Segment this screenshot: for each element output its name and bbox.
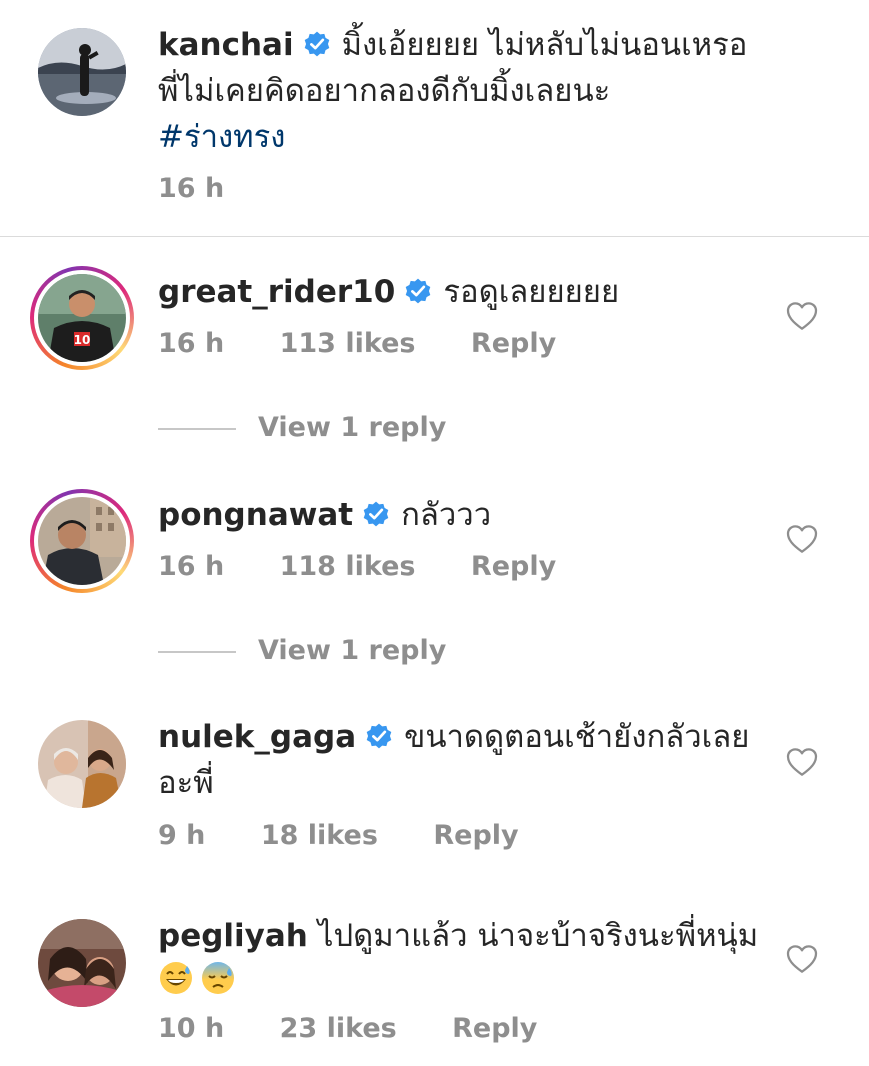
reply-button[interactable]: Reply xyxy=(433,818,518,854)
timestamp: 16 h xyxy=(158,551,225,582)
avatar[interactable] xyxy=(38,919,126,1007)
view-replies-button[interactable]: View 1 reply xyxy=(158,410,446,446)
hashtag-link[interactable]: #ร่างทรง xyxy=(158,114,285,160)
comment-meta: 16 h 118 likes Reply xyxy=(158,549,556,585)
avatar[interactable] xyxy=(38,720,126,808)
svg-text:10: 10 xyxy=(74,333,91,347)
timestamp: 16 h xyxy=(158,328,225,359)
comment-text-continued: อะพี่ xyxy=(158,765,214,801)
caption-text: มิ้งเอ้ยยยย ไม่หลับไม่นอนเหรอ xyxy=(341,27,748,63)
comment: pegliyah ไปดูมาแล้ว น่าจะบ้าจริงนะพี่หนุ่… xyxy=(0,887,869,1066)
username[interactable]: pegliyah xyxy=(158,918,308,954)
caption-line-2: พี่ไม่เคยคิดอยากลองดีกับมิ้งเลยนะ xyxy=(158,73,611,109)
comment-text: ขนาดดูตอนเช้ายังกลัวเลย xyxy=(404,719,750,755)
cold-sweat-emoji-icon xyxy=(202,962,234,994)
verified-badge-icon xyxy=(302,29,332,59)
avatar xyxy=(38,497,126,585)
avatar: 10 xyxy=(38,274,126,362)
verified-badge-icon xyxy=(403,276,433,306)
username[interactable]: nulek_gaga xyxy=(158,719,356,755)
caption-meta: 16 h xyxy=(158,171,224,207)
timestamp: 10 h xyxy=(158,1013,225,1044)
timestamp: 16 h xyxy=(158,173,225,204)
grinning-sweat-emoji-icon xyxy=(160,962,192,994)
timestamp: 9 h xyxy=(158,820,206,851)
comment-body: great_rider10 รอดูเลยยยยย xyxy=(158,269,619,315)
heart-icon[interactable] xyxy=(786,944,818,974)
comment-text: ไปดูมาแล้ว น่าจะบ้าจริงนะพี่หนุ่ม xyxy=(317,918,759,954)
story-ring[interactable]: 10 xyxy=(30,266,134,370)
username[interactable]: great_rider10 xyxy=(158,274,395,310)
view-replies-button[interactable]: View 1 reply xyxy=(158,633,446,669)
verified-badge-icon xyxy=(361,499,391,529)
comment-meta: 10 h 23 likes Reply xyxy=(158,1011,537,1047)
comment-meta: 9 h 18 likes Reply xyxy=(158,818,519,854)
reply-button[interactable]: Reply xyxy=(471,549,556,585)
comment-body: nulek_gaga ขนาดดูตอนเช้ายังกลัวเลย xyxy=(158,714,749,760)
comment: 10 great_rider10 รอดูเลยยยยย 16 h 113 lik… xyxy=(0,237,869,467)
comment: pongnawat กลัววว 16 h 118 likes Reply Vie… xyxy=(0,467,869,689)
comment-body: pegliyah ไปดูมาแล้ว น่าจะบ้าจริงนะพี่หนุ่… xyxy=(158,913,758,959)
reply-button[interactable]: Reply xyxy=(452,1011,537,1047)
verified-badge-icon xyxy=(364,721,394,751)
likes-count[interactable]: 18 likes xyxy=(261,818,378,854)
username[interactable]: pongnawat xyxy=(158,497,353,533)
likes-count[interactable]: 23 likes xyxy=(280,1011,397,1047)
caption-line-1: kanchai มิ้งเอ้ยยยย ไม่หลับไม่นอนเหรอ xyxy=(158,22,747,68)
emoji-row xyxy=(158,957,242,1003)
divider xyxy=(158,650,236,653)
reply-button[interactable]: Reply xyxy=(471,326,556,362)
heart-icon[interactable] xyxy=(786,747,818,777)
divider xyxy=(158,427,236,430)
story-ring[interactable] xyxy=(30,489,134,593)
heart-icon[interactable] xyxy=(786,301,818,331)
likes-count[interactable]: 113 likes xyxy=(280,326,416,362)
comment: nulek_gaga ขนาดดูตอนเช้ายังกลัวเลย อะพี่ … xyxy=(0,690,869,886)
comment-text: รอดูเลยยยยย xyxy=(443,274,620,310)
comment-meta: 16 h 113 likes Reply xyxy=(158,326,556,362)
caption: kanchai มิ้งเอ้ยยยย ไม่หลับไม่นอนเหรอ พี่… xyxy=(0,0,869,236)
heart-icon[interactable] xyxy=(786,524,818,554)
comment-text: กลัววว xyxy=(401,497,492,533)
likes-count[interactable]: 118 likes xyxy=(280,549,416,585)
username[interactable]: kanchai xyxy=(158,27,294,63)
avatar[interactable] xyxy=(38,28,126,116)
comment-body: pongnawat กลัววว xyxy=(158,492,491,538)
